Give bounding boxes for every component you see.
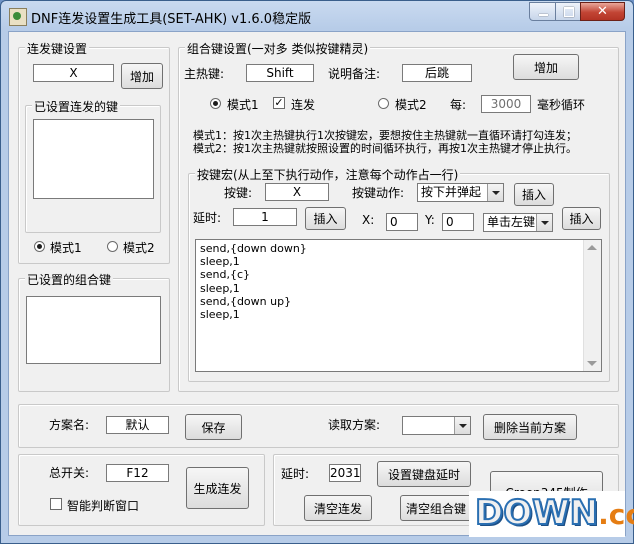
title-bar[interactable]: DNF连发设置生成工具(SET-AHK) v1.6.0稳定版 ✕ <box>1 1 633 31</box>
chevron-down-icon <box>487 184 503 201</box>
repeat-key-list[interactable] <box>33 119 154 199</box>
minimize-icon <box>539 14 548 16</box>
combo-mode1-radio[interactable] <box>210 98 221 109</box>
macro-line: send,{down down} <box>200 242 307 255</box>
clear-combo-button[interactable]: 清空组合键 <box>400 495 472 521</box>
master-switch-label: 总开关: <box>49 466 90 480</box>
macro-click-select[interactable]: 单击左键 <box>483 213 553 232</box>
macro-textarea[interactable]: send,{down down} sleep,1 send,{c} sleep,… <box>195 239 602 372</box>
client-area: 连发键设置 X 增加 已设置连发的键 模式1 模式2 已设置的组合键 组合键设置… <box>8 31 626 536</box>
repeat-mode2-radio[interactable] <box>107 241 118 252</box>
repeat-mode2-label: 模式2 <box>123 241 155 255</box>
keyboard-delay-label: 延时: <box>281 467 310 481</box>
macro-click-value: 单击左键 <box>487 215 536 229</box>
macro-key-input[interactable]: X <box>265 183 329 201</box>
macro-delay-input[interactable]: 1 <box>233 208 297 226</box>
combo-mode2-label: 模式2 <box>395 98 427 112</box>
macro-insert-key-button[interactable]: 插入 <box>514 183 554 206</box>
repeat-key-group-title: 连发键设置 <box>25 40 90 57</box>
repeat-key-input[interactable]: X <box>33 64 114 82</box>
master-switch-input[interactable]: F12 <box>106 464 169 482</box>
smart-window-checkbox[interactable] <box>50 498 62 510</box>
macro-action-select[interactable]: 按下并弹起 <box>417 183 504 202</box>
macro-line: sleep,1 <box>200 255 240 269</box>
note-label: 说明备注: <box>328 67 381 81</box>
macro-line: sleep,1 <box>200 281 240 295</box>
scheme-name-label: 方案名: <box>49 418 90 432</box>
macro-scrollbar[interactable] <box>583 240 601 371</box>
repeat-list-title: 已设置连发的键 <box>32 98 121 115</box>
app-window: DNF连发设置生成工具(SET-AHK) v1.6.0稳定版 ✕ 连发键设置 X… <box>0 0 634 544</box>
combo-key-list[interactable] <box>26 296 161 364</box>
interval-input[interactable]: 3000 <box>481 95 531 113</box>
macro-line: send,{c} <box>200 268 250 282</box>
scheme-load-label: 读取方案: <box>328 418 381 432</box>
repeat-checkbox[interactable]: ✓ <box>273 97 285 109</box>
watermark-logo: DOWN.cc <box>469 491 634 537</box>
keyboard-delay-input[interactable]: 2031 <box>329 464 361 482</box>
chevron-down-icon <box>454 417 470 434</box>
combo-settings-title: 组合键设置(一对多 类似按键精灵) <box>185 40 371 57</box>
watermark-text: DOWN.cc <box>474 492 634 535</box>
macro-x-label: X: <box>362 213 375 227</box>
macro-insert-mouse-button[interactable]: 插入 <box>562 207 601 230</box>
combo-add-button[interactable]: 增加 <box>513 54 579 80</box>
scheme-name-input[interactable]: 默认 <box>106 416 169 434</box>
note-input[interactable]: 后跳 <box>402 64 472 82</box>
macro-action-label: 按键动作: <box>352 186 405 200</box>
macro-line: sleep,1 <box>200 308 240 322</box>
mode2-description: 模式2：按1次主热键就按照设置的时间循环执行，再按1次主热键才停止执行。 <box>193 142 577 155</box>
macro-insert-delay-button[interactable]: 插入 <box>305 207 346 230</box>
close-button[interactable]: ✕ <box>580 2 625 21</box>
app-icon <box>9 8 27 26</box>
repeat-mode1-radio[interactable] <box>34 241 45 252</box>
watermark-main: DOWN <box>474 492 599 534</box>
repeat-checkbox-label: 连发 <box>291 98 316 112</box>
minimize-button[interactable] <box>529 2 556 21</box>
repeat-add-button[interactable]: 增加 <box>121 63 163 89</box>
hotkey-input[interactable]: Shift <box>246 64 314 82</box>
generate-button[interactable]: 生成连发 <box>186 467 249 509</box>
hotkey-label: 主热键: <box>184 67 225 81</box>
macro-delay-label: 延时: <box>193 211 222 225</box>
macro-line: send,{down up} <box>200 294 292 308</box>
chevron-down-icon <box>536 214 552 231</box>
close-icon: ✕ <box>597 4 608 19</box>
scheme-delete-button[interactable]: 删除当前方案 <box>483 414 577 440</box>
combo-mode2-radio[interactable] <box>378 98 389 109</box>
scroll-down-arrow-icon[interactable] <box>587 361 597 366</box>
every-label: 每: <box>450 98 467 112</box>
watermark-tld: .cc <box>598 498 634 531</box>
macro-y-input[interactable]: 0 <box>442 213 474 231</box>
set-keyboard-delay-button[interactable]: 设置键盘延时 <box>377 461 471 487</box>
macro-lines: send,{down down} sleep,1 send,{c} sleep,… <box>200 242 307 321</box>
scheme-load-select[interactable] <box>402 416 471 435</box>
macro-action-value: 按下并弹起 <box>421 185 482 199</box>
maximize-button[interactable] <box>555 2 581 21</box>
macro-x-input[interactable]: 0 <box>386 213 418 231</box>
scheme-save-button[interactable]: 保存 <box>185 414 242 440</box>
repeat-mode1-label: 模式1 <box>50 241 82 255</box>
smart-window-label: 智能判断窗口 <box>67 499 140 513</box>
interval-unit-label: 毫秒循环 <box>537 98 586 112</box>
macro-y-label: Y: <box>425 213 435 227</box>
macro-group-title: 按键宏(从上至下执行动作，注意每个动作占一行) <box>195 166 461 183</box>
clear-repeat-button[interactable]: 清空连发 <box>304 495 372 521</box>
macro-key-label: 按键: <box>224 186 253 200</box>
window-title: DNF连发设置生成工具(SET-AHK) v1.6.0稳定版 <box>31 12 312 27</box>
maximize-icon <box>564 7 574 17</box>
combo-mode1-label: 模式1 <box>227 98 259 112</box>
combo-list-title: 已设置的组合键 <box>25 271 114 288</box>
scroll-up-arrow-icon[interactable] <box>587 245 597 250</box>
